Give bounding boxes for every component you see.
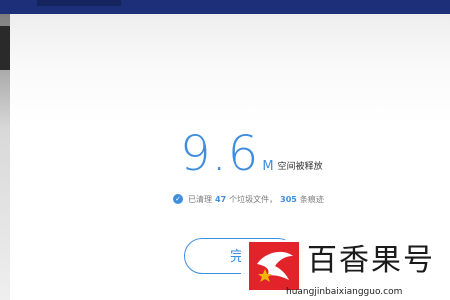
freed-size-unit: M xyxy=(262,159,274,174)
watermark-url: huangjinbaixiangguo.com xyxy=(286,287,403,297)
junk-file-text: 个垃圾文件， xyxy=(229,194,278,204)
junk-file-count: 47 xyxy=(215,194,227,204)
left-sidebar-strip xyxy=(0,14,10,300)
freed-size-value: 9.6 xyxy=(180,126,260,182)
watermark-title: 百香果号 xyxy=(307,243,435,278)
window-top-bar xyxy=(0,0,450,14)
watermark-overlay: 百香果号 huangjinbaixiangguo.com xyxy=(241,240,450,300)
left-sidebar-dark-block xyxy=(0,26,10,70)
freed-space-result: 9.6 M 空间被释放 xyxy=(180,122,323,178)
check-circle-icon: ✓ xyxy=(173,194,183,204)
star-phoenix-logo-icon xyxy=(249,242,299,290)
cleanup-summary: ✓ 已清理 47 个垃圾文件， 305 条痕迹 xyxy=(173,192,324,206)
summary-prefix: 已清理 xyxy=(188,194,212,204)
trace-text: 条痕迹 xyxy=(299,194,324,204)
top-tab[interactable] xyxy=(37,0,121,6)
freed-space-label: 空间被释放 xyxy=(277,162,323,172)
trace-count: 305 xyxy=(280,194,297,204)
